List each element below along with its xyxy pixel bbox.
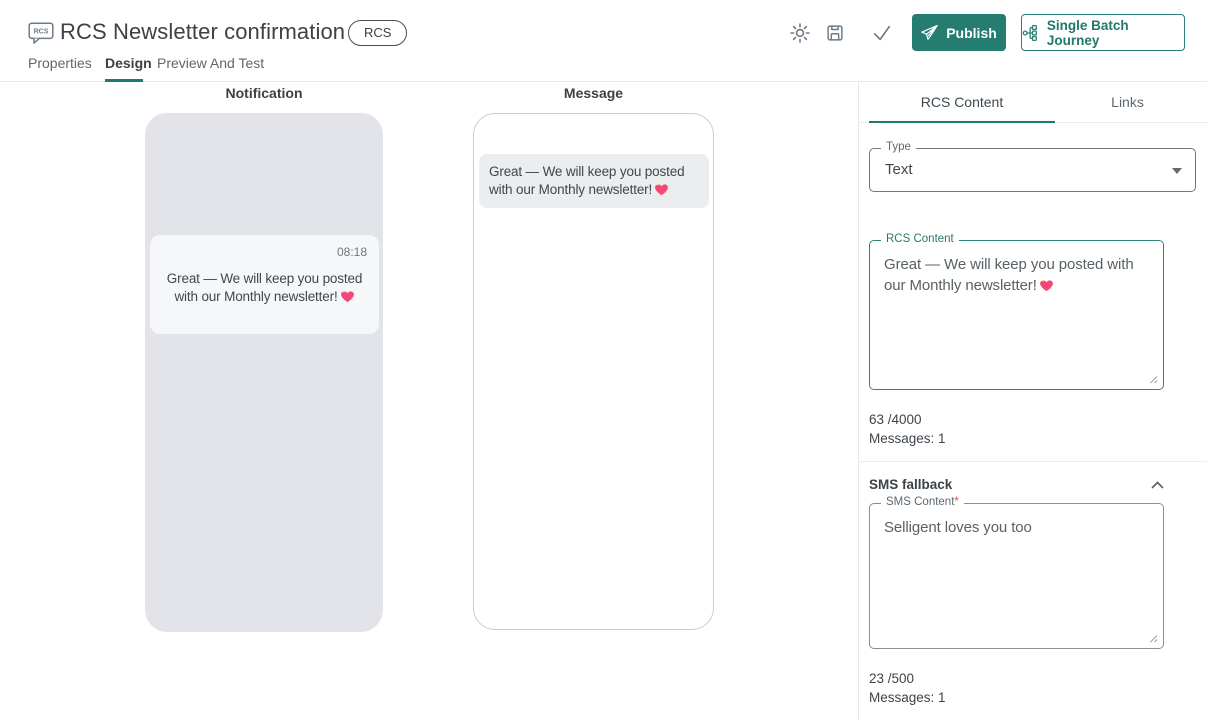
tab-properties[interactable]: Properties (28, 55, 92, 71)
required-marker: * (954, 496, 958, 508)
type-select[interactable]: Type Text (869, 148, 1196, 192)
rcs-char-counter: 63 /4000 (869, 412, 922, 427)
collapse-chevron-up-icon[interactable] (1151, 481, 1164, 489)
chevron-down-icon (1172, 168, 1182, 174)
tab-rcs-content[interactable]: RCS Content (869, 82, 1055, 122)
journey-label: Single Batch Journey (1047, 18, 1184, 48)
type-select-label: Type (881, 141, 916, 153)
rcs-content-text: Great — We will keep you posted with our… (884, 254, 1149, 296)
sidebar-tabs: RCS Content Links (859, 82, 1207, 123)
paper-plane-icon (921, 25, 938, 40)
channel-badge: RCS (348, 20, 407, 46)
page-title: RCS Newsletter confirmation (60, 19, 345, 45)
settings-gear-icon[interactable] (788, 21, 812, 45)
active-tab-underline (105, 79, 143, 82)
message-panel-title: Message (473, 85, 714, 101)
sidebar-active-tab-underline (869, 121, 1055, 123)
notification-phone-preview: 08:18 Great — We will keep you posted wi… (145, 113, 383, 632)
sms-char-counter: 23 /500 (869, 671, 914, 686)
sms-fallback-heading: SMS fallback (869, 477, 952, 492)
svg-text:RCS: RCS (34, 29, 49, 36)
check-icon[interactable] (871, 23, 893, 43)
rcs-content-textarea[interactable]: RCS Content Great — We will keep you pos… (869, 240, 1164, 390)
sparkling-heart-emoji-icon (1039, 279, 1054, 292)
publish-label: Publish (946, 25, 997, 41)
type-select-value: Text (885, 161, 913, 178)
sparkling-heart-emoji-icon (340, 290, 355, 303)
publish-button[interactable]: Publish (912, 14, 1006, 51)
header: RCS RCS Newsletter confirmation RCS Prop… (0, 0, 1207, 82)
sparkling-heart-emoji-icon (654, 183, 669, 196)
notification-message-text: Great — We will keep you posted with our… (162, 270, 367, 306)
sms-content-textarea[interactable]: SMS Content* Selligent loves you too (869, 503, 1164, 649)
section-divider (859, 461, 1207, 462)
notification-card: 08:18 Great — We will keep you posted wi… (150, 235, 379, 334)
sms-content-field-label: SMS Content* (881, 496, 964, 508)
rcs-content-field-label: RCS Content (881, 233, 959, 245)
rcs-message-editor: RCS RCS Newsletter confirmation RCS Prop… (0, 0, 1207, 720)
single-batch-journey-button[interactable]: Single Batch Journey (1021, 14, 1185, 51)
tab-links[interactable]: Links (1055, 82, 1200, 122)
tab-preview-and-test[interactable]: Preview And Test (157, 55, 264, 71)
sms-content-text: Selligent loves you too (884, 517, 1149, 538)
rcs-message-count: Messages: 1 (869, 431, 946, 446)
resize-handle-icon[interactable] (1147, 632, 1158, 643)
message-bubble: Great — We will keep you posted with our… (479, 154, 709, 208)
message-phone-preview: Great — We will keep you posted with our… (473, 113, 714, 630)
resize-handle-icon[interactable] (1147, 373, 1158, 384)
content-sidebar: RCS Content Links Type Text RCS Content … (858, 82, 1207, 720)
save-icon[interactable] (824, 22, 846, 44)
notification-panel-title: Notification (145, 85, 383, 101)
tab-design[interactable]: Design (105, 55, 152, 71)
rcs-app-icon: RCS (28, 21, 54, 45)
tab-rcs-content-label: RCS Content (921, 94, 1003, 110)
tab-links-label: Links (1111, 94, 1144, 110)
notification-time: 08:18 (162, 245, 367, 259)
journey-flow-icon (1022, 24, 1039, 42)
sms-message-count: Messages: 1 (869, 690, 946, 705)
